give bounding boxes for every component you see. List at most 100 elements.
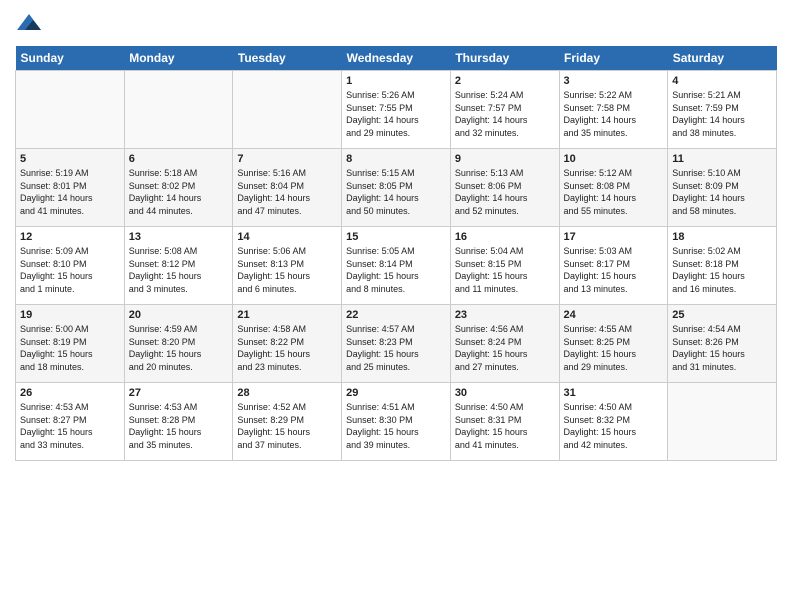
day-number: 31 — [564, 387, 664, 399]
calendar-cell: 28 Sunrise: 4:52 AM Sunset: 8:29 PM Dayli… — [233, 383, 342, 461]
calendar-cell: 25 Sunrise: 4:54 AM Sunset: 8:26 PM Dayli… — [668, 305, 777, 383]
day-number: 11 — [672, 153, 772, 165]
page: SundayMondayTuesdayWednesdayThursdayFrid… — [0, 0, 792, 612]
day-info: Sunrise: 4:58 AM Sunset: 8:22 PM Dayligh… — [237, 323, 337, 373]
day-info: Sunrise: 4:56 AM Sunset: 8:24 PM Dayligh… — [455, 323, 555, 373]
calendar-week: 26 Sunrise: 4:53 AM Sunset: 8:27 PM Dayli… — [16, 383, 777, 461]
header-day: Wednesday — [342, 46, 451, 71]
day-number: 24 — [564, 309, 664, 321]
header-day: Thursday — [450, 46, 559, 71]
day-number: 7 — [237, 153, 337, 165]
day-number: 27 — [129, 387, 229, 399]
day-info: Sunrise: 5:16 AM Sunset: 8:04 PM Dayligh… — [237, 167, 337, 217]
day-number: 21 — [237, 309, 337, 321]
day-number: 20 — [129, 309, 229, 321]
header-day: Friday — [559, 46, 668, 71]
day-number: 1 — [346, 75, 446, 87]
calendar-cell: 27 Sunrise: 4:53 AM Sunset: 8:28 PM Dayli… — [124, 383, 233, 461]
day-info: Sunrise: 4:55 AM Sunset: 8:25 PM Dayligh… — [564, 323, 664, 373]
calendar-cell: 19 Sunrise: 5:00 AM Sunset: 8:19 PM Dayli… — [16, 305, 125, 383]
calendar-cell: 2 Sunrise: 5:24 AM Sunset: 7:57 PM Daylig… — [450, 71, 559, 149]
header-day: Sunday — [16, 46, 125, 71]
day-info: Sunrise: 5:04 AM Sunset: 8:15 PM Dayligh… — [455, 245, 555, 295]
header-day: Tuesday — [233, 46, 342, 71]
day-number: 26 — [20, 387, 120, 399]
day-info: Sunrise: 5:05 AM Sunset: 8:14 PM Dayligh… — [346, 245, 446, 295]
day-number: 13 — [129, 231, 229, 243]
day-info: Sunrise: 5:21 AM Sunset: 7:59 PM Dayligh… — [672, 89, 772, 139]
calendar-cell — [668, 383, 777, 461]
calendar-body: 1 Sunrise: 5:26 AM Sunset: 7:55 PM Daylig… — [16, 71, 777, 461]
calendar-cell: 16 Sunrise: 5:04 AM Sunset: 8:15 PM Dayli… — [450, 227, 559, 305]
day-info: Sunrise: 5:24 AM Sunset: 7:57 PM Dayligh… — [455, 89, 555, 139]
day-info: Sunrise: 5:13 AM Sunset: 8:06 PM Dayligh… — [455, 167, 555, 217]
day-number: 4 — [672, 75, 772, 87]
day-number: 30 — [455, 387, 555, 399]
calendar-cell: 17Sunrise: 5:03 AM Sunset: 8:17 PM Dayli… — [559, 227, 668, 305]
day-info: Sunrise: 4:50 AM Sunset: 8:31 PM Dayligh… — [455, 401, 555, 451]
day-info: Sunrise: 5:09 AM Sunset: 8:10 PM Dayligh… — [20, 245, 120, 295]
calendar-cell: 13Sunrise: 5:08 AM Sunset: 8:12 PM Dayli… — [124, 227, 233, 305]
header-day: Saturday — [668, 46, 777, 71]
day-info: Sunrise: 4:59 AM Sunset: 8:20 PM Dayligh… — [129, 323, 229, 373]
day-info: Sunrise: 4:53 AM Sunset: 8:28 PM Dayligh… — [129, 401, 229, 451]
day-number: 22 — [346, 309, 446, 321]
day-number: 15 — [346, 231, 446, 243]
day-info: Sunrise: 5:10 AM Sunset: 8:09 PM Dayligh… — [672, 167, 772, 217]
day-info: Sunrise: 5:02 AM Sunset: 8:18 PM Dayligh… — [672, 245, 772, 295]
day-number: 2 — [455, 75, 555, 87]
calendar-cell: 7 Sunrise: 5:16 AM Sunset: 8:04 PM Daylig… — [233, 149, 342, 227]
logo-icon — [15, 10, 43, 38]
header-day: Monday — [124, 46, 233, 71]
calendar-cell: 12 Sunrise: 5:09 AM Sunset: 8:10 PM Dayli… — [16, 227, 125, 305]
day-number: 10 — [564, 153, 664, 165]
calendar-cell: 29Sunrise: 4:51 AM Sunset: 8:30 PM Dayli… — [342, 383, 451, 461]
day-info: Sunrise: 5:22 AM Sunset: 7:58 PM Dayligh… — [564, 89, 664, 139]
day-info: Sunrise: 5:00 AM Sunset: 8:19 PM Dayligh… — [20, 323, 120, 373]
day-number: 28 — [237, 387, 337, 399]
day-number: 3 — [564, 75, 664, 87]
day-number: 18 — [672, 231, 772, 243]
day-info: Sunrise: 5:26 AM Sunset: 7:55 PM Dayligh… — [346, 89, 446, 139]
calendar-week: 1 Sunrise: 5:26 AM Sunset: 7:55 PM Daylig… — [16, 71, 777, 149]
calendar-cell — [16, 71, 125, 149]
day-number: 9 — [455, 153, 555, 165]
day-info: Sunrise: 4:53 AM Sunset: 8:27 PM Dayligh… — [20, 401, 120, 451]
calendar-cell: 21 Sunrise: 4:58 AM Sunset: 8:22 PM Dayli… — [233, 305, 342, 383]
calendar-cell: 5 Sunrise: 5:19 AM Sunset: 8:01 PM Daylig… — [16, 149, 125, 227]
day-info: Sunrise: 5:12 AM Sunset: 8:08 PM Dayligh… — [564, 167, 664, 217]
calendar-week: 19 Sunrise: 5:00 AM Sunset: 8:19 PM Dayli… — [16, 305, 777, 383]
day-number: 12 — [20, 231, 120, 243]
calendar-cell: 24 Sunrise: 4:55 AM Sunset: 8:25 PM Dayli… — [559, 305, 668, 383]
day-number: 19 — [20, 309, 120, 321]
calendar-cell: 4 Sunrise: 5:21 AM Sunset: 7:59 PM Daylig… — [668, 71, 777, 149]
day-info: Sunrise: 4:52 AM Sunset: 8:29 PM Dayligh… — [237, 401, 337, 451]
day-info: Sunrise: 5:19 AM Sunset: 8:01 PM Dayligh… — [20, 167, 120, 217]
calendar-cell: 3 Sunrise: 5:22 AM Sunset: 7:58 PM Daylig… — [559, 71, 668, 149]
calendar-cell — [233, 71, 342, 149]
calendar-table: SundayMondayTuesdayWednesdayThursdayFrid… — [15, 46, 777, 461]
day-info: Sunrise: 5:18 AM Sunset: 8:02 PM Dayligh… — [129, 167, 229, 217]
day-number: 5 — [20, 153, 120, 165]
calendar-cell: 15 Sunrise: 5:05 AM Sunset: 8:14 PM Dayli… — [342, 227, 451, 305]
calendar-week: 12 Sunrise: 5:09 AM Sunset: 8:10 PM Dayli… — [16, 227, 777, 305]
calendar-cell: 6 Sunrise: 5:18 AM Sunset: 8:02 PM Daylig… — [124, 149, 233, 227]
day-number: 16 — [455, 231, 555, 243]
day-info: Sunrise: 4:57 AM Sunset: 8:23 PM Dayligh… — [346, 323, 446, 373]
calendar-cell: 11 Sunrise: 5:10 AM Sunset: 8:09 PM Dayli… — [668, 149, 777, 227]
calendar-cell: 31 Sunrise: 4:50 AM Sunset: 8:32 PM Dayli… — [559, 383, 668, 461]
day-number: 29 — [346, 387, 446, 399]
day-number: 14 — [237, 231, 337, 243]
day-info: Sunrise: 5:15 AM Sunset: 8:05 PM Dayligh… — [346, 167, 446, 217]
calendar-cell: 1 Sunrise: 5:26 AM Sunset: 7:55 PM Daylig… — [342, 71, 451, 149]
day-number: 8 — [346, 153, 446, 165]
day-number: 25 — [672, 309, 772, 321]
calendar-cell: 8 Sunrise: 5:15 AM Sunset: 8:05 PM Daylig… — [342, 149, 451, 227]
calendar-header: SundayMondayTuesdayWednesdayThursdayFrid… — [16, 46, 777, 71]
day-number: 6 — [129, 153, 229, 165]
day-info: Sunrise: 4:54 AM Sunset: 8:26 PM Dayligh… — [672, 323, 772, 373]
header-row: SundayMondayTuesdayWednesdayThursdayFrid… — [16, 46, 777, 71]
calendar-cell: 18 Sunrise: 5:02 AM Sunset: 8:18 PM Dayli… — [668, 227, 777, 305]
day-info: Sunrise: 5:06 AM Sunset: 8:13 PM Dayligh… — [237, 245, 337, 295]
day-info: Sunrise: 4:50 AM Sunset: 8:32 PM Dayligh… — [564, 401, 664, 451]
